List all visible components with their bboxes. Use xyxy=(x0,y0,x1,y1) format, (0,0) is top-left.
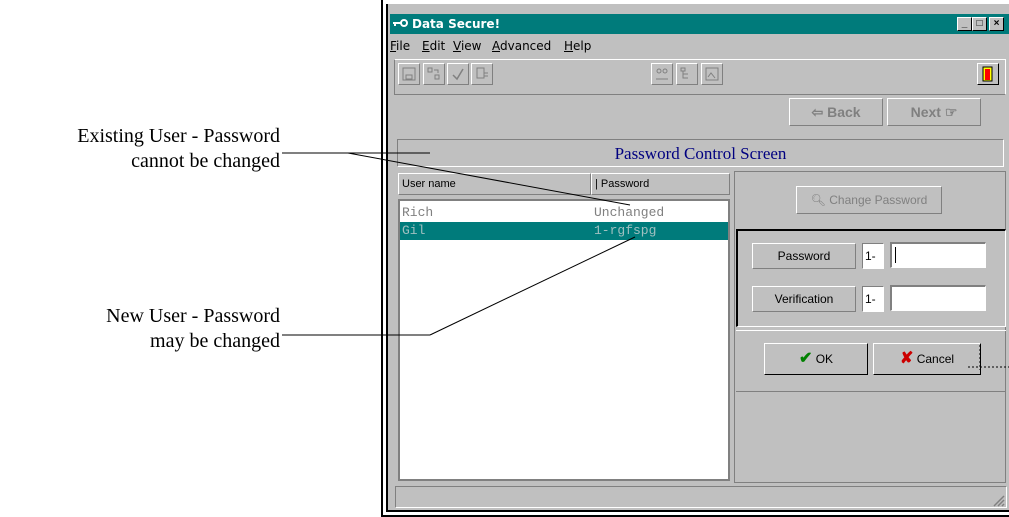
callout-lines xyxy=(282,152,1009,370)
callout-new-diagonal xyxy=(429,236,636,336)
callout-existing-diagonal xyxy=(347,152,631,206)
